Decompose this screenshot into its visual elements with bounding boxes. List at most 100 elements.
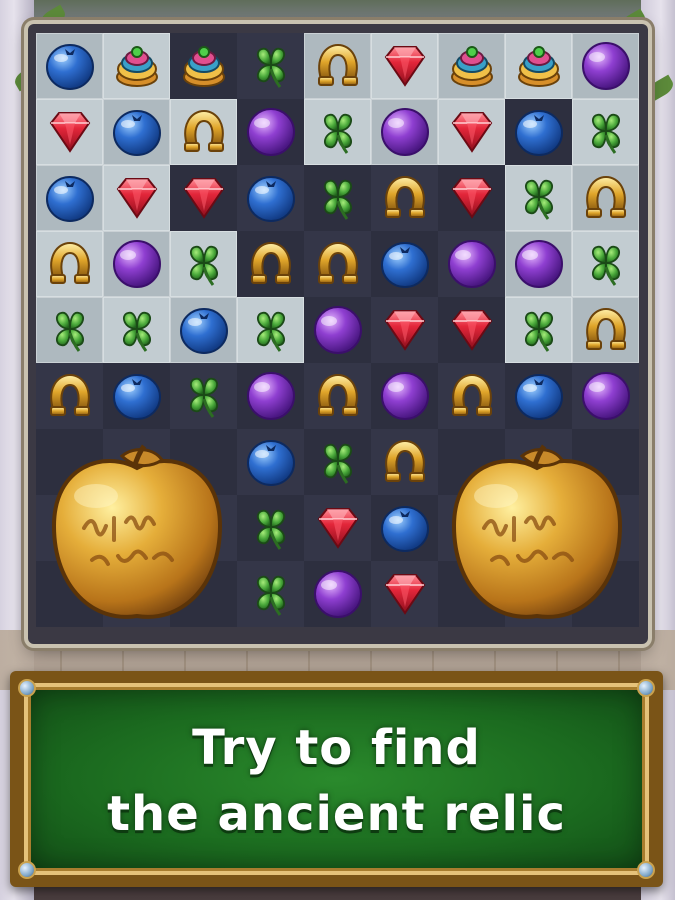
board-cell[interactable] — [505, 33, 572, 99]
blueberry-icon[interactable] — [177, 303, 231, 357]
board-cell[interactable] — [304, 33, 371, 99]
board-cell[interactable] — [36, 363, 103, 429]
board-cell[interactable] — [103, 99, 170, 165]
ruby-icon[interactable] — [445, 105, 499, 159]
ruby-icon[interactable] — [445, 171, 499, 225]
clover-icon[interactable] — [177, 369, 231, 423]
board-cell[interactable] — [572, 231, 639, 297]
board-cell[interactable] — [170, 99, 237, 165]
cupcake-icon[interactable] — [512, 39, 566, 93]
board-cell[interactable] — [237, 363, 304, 429]
ruby-icon[interactable] — [177, 171, 231, 225]
board-cell[interactable] — [103, 363, 170, 429]
board-cell[interactable] — [237, 33, 304, 99]
horseshoe-icon[interactable] — [43, 369, 97, 423]
horseshoe-icon[interactable] — [311, 39, 365, 93]
board-cell[interactable] — [438, 33, 505, 99]
board-cell[interactable] — [237, 297, 304, 363]
clover-icon[interactable] — [579, 237, 633, 291]
grape-icon[interactable] — [579, 369, 633, 423]
board-cell[interactable] — [438, 99, 505, 165]
grape-icon[interactable] — [378, 105, 432, 159]
board-cell[interactable] — [304, 99, 371, 165]
board-cell[interactable] — [505, 231, 572, 297]
grape-icon[interactable] — [512, 237, 566, 291]
board-cell[interactable] — [36, 99, 103, 165]
clover-icon[interactable] — [110, 303, 164, 357]
board-cell[interactable] — [304, 297, 371, 363]
ruby-icon[interactable] — [110, 171, 164, 225]
board-cell[interactable] — [371, 165, 438, 231]
blueberry-icon[interactable] — [43, 39, 97, 93]
ruby-icon[interactable] — [445, 303, 499, 357]
board-cell[interactable] — [304, 495, 371, 561]
board-cell[interactable] — [572, 33, 639, 99]
board-cell[interactable] — [237, 495, 304, 561]
clover-icon[interactable] — [244, 303, 298, 357]
horseshoe-icon[interactable] — [311, 369, 365, 423]
board-cell[interactable] — [170, 165, 237, 231]
board-cell[interactable] — [304, 165, 371, 231]
clover-icon[interactable] — [177, 237, 231, 291]
board-cell[interactable] — [572, 165, 639, 231]
ruby-icon[interactable] — [311, 501, 365, 555]
grape-icon[interactable] — [244, 369, 298, 423]
blueberry-icon[interactable] — [110, 369, 164, 423]
blueberry-icon[interactable] — [512, 105, 566, 159]
board-cell[interactable] — [505, 363, 572, 429]
blueberry-icon[interactable] — [43, 171, 97, 225]
board-cell[interactable] — [170, 33, 237, 99]
board-cell[interactable] — [170, 231, 237, 297]
grape-icon[interactable] — [378, 369, 432, 423]
clover-icon[interactable] — [244, 39, 298, 93]
grape-icon[interactable] — [110, 237, 164, 291]
board-cell[interactable] — [438, 297, 505, 363]
grape-icon[interactable] — [244, 105, 298, 159]
horseshoe-icon[interactable] — [311, 237, 365, 291]
board-cell[interactable] — [103, 165, 170, 231]
board-cell[interactable] — [438, 231, 505, 297]
cupcake-icon[interactable] — [110, 39, 164, 93]
board-cell[interactable] — [438, 165, 505, 231]
board-cell[interactable] — [371, 429, 438, 495]
board-cell[interactable] — [572, 297, 639, 363]
clover-icon[interactable] — [311, 105, 365, 159]
horseshoe-icon[interactable] — [177, 105, 231, 159]
board-cell[interactable] — [371, 363, 438, 429]
board-cell[interactable] — [170, 297, 237, 363]
board-cell[interactable] — [371, 561, 438, 627]
board-cell[interactable] — [103, 231, 170, 297]
clover-icon[interactable] — [311, 435, 365, 489]
clover-icon[interactable] — [512, 171, 566, 225]
board-cell[interactable] — [304, 561, 371, 627]
cupcake-icon[interactable] — [177, 39, 231, 93]
board-cell[interactable] — [371, 231, 438, 297]
board-cell[interactable] — [36, 231, 103, 297]
horseshoe-icon[interactable] — [244, 237, 298, 291]
ruby-icon[interactable] — [43, 105, 97, 159]
board-cell[interactable] — [505, 99, 572, 165]
board-cell[interactable] — [505, 297, 572, 363]
grape-icon[interactable] — [579, 39, 633, 93]
ruby-icon[interactable] — [378, 567, 432, 621]
board-cell[interactable] — [36, 33, 103, 99]
board-cell[interactable] — [237, 165, 304, 231]
board-cell[interactable] — [505, 165, 572, 231]
grape-icon[interactable] — [311, 567, 365, 621]
board-cell[interactable] — [371, 495, 438, 561]
board-cell[interactable] — [36, 165, 103, 231]
ruby-icon[interactable] — [378, 303, 432, 357]
horseshoe-icon[interactable] — [378, 435, 432, 489]
board-cell[interactable] — [572, 99, 639, 165]
horseshoe-icon[interactable] — [445, 369, 499, 423]
blueberry-icon[interactable] — [110, 105, 164, 159]
horseshoe-icon[interactable] — [43, 237, 97, 291]
ruby-icon[interactable] — [378, 39, 432, 93]
board-cell[interactable] — [304, 429, 371, 495]
board-cell[interactable] — [170, 363, 237, 429]
blueberry-icon[interactable] — [512, 369, 566, 423]
board-cell[interactable] — [371, 33, 438, 99]
board-cell[interactable] — [438, 363, 505, 429]
grape-icon[interactable] — [445, 237, 499, 291]
board-cell[interactable] — [103, 33, 170, 99]
